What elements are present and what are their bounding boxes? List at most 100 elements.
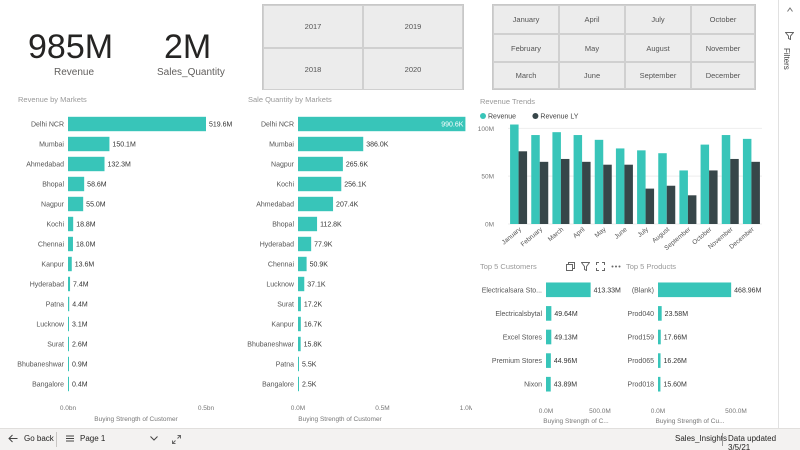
data-label: 17.66M xyxy=(664,335,688,342)
data-label: 77.9K xyxy=(314,242,333,249)
category-label: Bhubaneshwar xyxy=(17,362,64,369)
go-back-button[interactable]: Go back xyxy=(8,434,54,443)
year-button-2020[interactable]: 2020 xyxy=(363,48,463,90)
x-tick-label: 0.0M xyxy=(651,408,665,415)
kpi-quantity-value: 2M xyxy=(164,28,212,66)
arrow-left-icon xyxy=(8,434,18,443)
data-label: 2.6M xyxy=(72,342,88,349)
visual-header xyxy=(566,260,626,272)
category-label: Prod018 xyxy=(628,382,655,389)
category-label: Bangalore xyxy=(262,382,294,389)
month-button-march[interactable]: March xyxy=(493,62,559,89)
data-label: 15.8K xyxy=(304,342,323,349)
bar xyxy=(658,153,667,224)
x-axis-label: Buying Strength of Customer xyxy=(298,416,382,423)
month-button-january[interactable]: January xyxy=(493,5,559,34)
category-label: Delhi NCR xyxy=(31,122,64,129)
category-label: Chennai xyxy=(38,242,65,249)
data-label: 16.26M xyxy=(664,358,688,365)
bar xyxy=(68,156,105,172)
data-label: 150.1M xyxy=(112,142,136,149)
category-label: Excel Stores xyxy=(503,335,543,342)
month-button-february[interactable]: February xyxy=(493,34,559,62)
bar xyxy=(298,156,343,172)
copy-icon[interactable] xyxy=(566,261,575,271)
legend-label: Revenue LY xyxy=(540,114,578,121)
report-name: Sales_Insights xyxy=(675,434,728,443)
month-button-september[interactable]: September xyxy=(625,62,691,89)
bar xyxy=(298,256,307,272)
month-button-august[interactable]: August xyxy=(625,34,691,62)
category-label: Prod159 xyxy=(628,335,655,342)
data-label: 0.9M xyxy=(72,362,88,369)
x-tick-label: April xyxy=(572,226,587,240)
collapse-chevron-icon[interactable] xyxy=(787,7,793,12)
bar xyxy=(594,139,604,224)
bar xyxy=(68,356,69,372)
data-label: 256.1K xyxy=(344,182,367,189)
year-slicer: 2017 2019 2018 2020 xyxy=(262,4,464,90)
filter-icon[interactable] xyxy=(581,261,590,271)
more-options-icon[interactable] xyxy=(611,262,621,271)
data-label: 468.96M xyxy=(734,287,761,294)
focus-mode-icon[interactable] xyxy=(596,261,605,271)
bar xyxy=(68,256,72,272)
bar xyxy=(658,353,661,368)
year-button-2018[interactable]: 2018 xyxy=(263,48,363,90)
bar xyxy=(298,316,301,332)
bar xyxy=(68,336,69,352)
data-label: 58.6M xyxy=(87,182,107,189)
month-button-december[interactable]: December xyxy=(691,62,755,89)
data-label: 37.1K xyxy=(307,282,326,289)
divider xyxy=(722,433,723,446)
data-label: 265.6K xyxy=(346,162,369,169)
bar xyxy=(298,356,299,372)
bar xyxy=(68,196,84,212)
bar xyxy=(751,161,760,224)
data-label: 44.96M xyxy=(554,358,578,365)
data-label: 990.6K xyxy=(441,122,464,129)
category-label: Mumbai xyxy=(39,142,64,149)
month-button-april[interactable]: April xyxy=(559,5,625,34)
bar xyxy=(68,116,206,132)
month-button-october[interactable]: October xyxy=(691,5,755,34)
data-label: 43.89M xyxy=(554,382,578,389)
x-tick-label: February xyxy=(520,226,545,249)
legend-marker xyxy=(532,113,539,119)
page-selector[interactable]: Page 1 xyxy=(66,434,158,443)
data-label: 386.0K xyxy=(366,142,389,149)
bar xyxy=(68,376,69,392)
filters-pane[interactable]: Filters xyxy=(778,0,800,428)
month-button-may[interactable]: May xyxy=(559,34,625,62)
category-label: Ahmedabad xyxy=(256,202,294,209)
top-products-title: Top 5 Products xyxy=(626,262,677,271)
category-label: Bhubaneshwar xyxy=(247,342,294,349)
bar xyxy=(531,135,540,224)
month-button-july[interactable]: July xyxy=(625,5,691,34)
top-products-chart: (Blank) 468.96M Prod040 23.58M Prod159 17.66M… xyxy=(628,282,762,425)
year-button-2017[interactable]: 2017 xyxy=(263,5,363,48)
category-label: Electricalsara Sto... xyxy=(482,287,542,294)
data-label: 17.2K xyxy=(304,302,323,309)
category-label: Bangalore xyxy=(32,382,64,389)
x-tick-label: March xyxy=(547,226,566,243)
bar xyxy=(552,132,561,224)
bar xyxy=(518,151,528,224)
y-tick-label: 0M xyxy=(485,222,494,229)
x-axis-label: Buying Strength of C... xyxy=(543,418,609,425)
bar xyxy=(298,376,299,392)
data-label: 55.0M xyxy=(86,202,106,209)
data-label: 0.4M xyxy=(72,382,88,389)
expand-icon[interactable] xyxy=(172,435,181,444)
bar xyxy=(68,136,110,152)
x-tick-label: 0.0M xyxy=(291,405,305,412)
year-button-2019[interactable]: 2019 xyxy=(363,5,463,48)
bar xyxy=(298,196,334,212)
x-tick-label: 0.5M xyxy=(375,405,389,412)
month-button-june[interactable]: June xyxy=(559,62,625,89)
bar xyxy=(298,236,312,252)
category-label: Nagpur xyxy=(271,162,295,169)
data-label: 15.60M xyxy=(663,382,687,389)
month-button-november[interactable]: November xyxy=(691,34,755,62)
kpi-revenue-value: 985M xyxy=(28,28,114,66)
